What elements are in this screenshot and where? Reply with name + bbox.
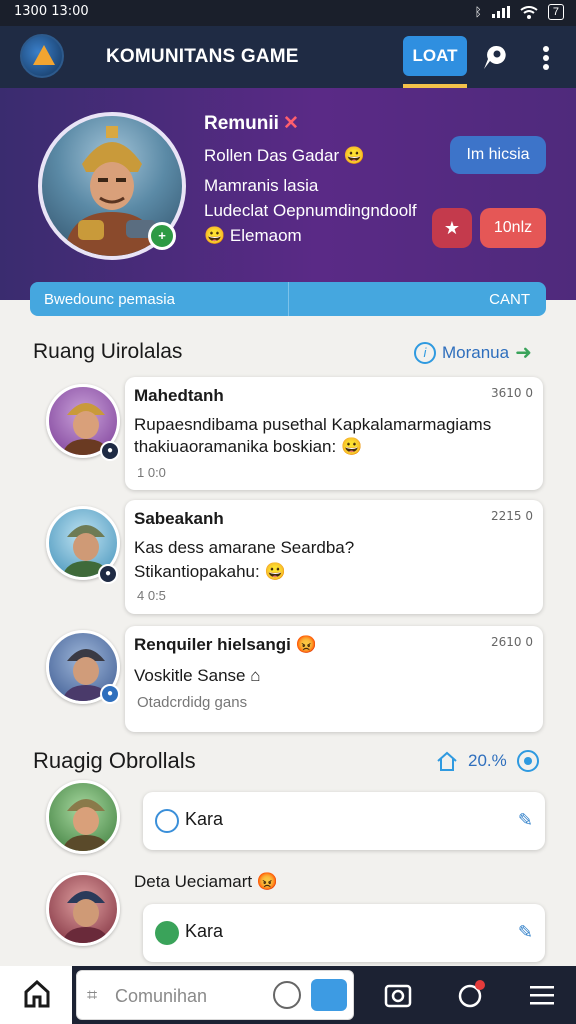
feather-icon[interactable]: ✎	[518, 922, 533, 943]
message-text-2-content: thakiuaoramanika boskian:	[134, 437, 337, 456]
message-sender: Renquiler hielsangi	[134, 635, 291, 654]
smile-emoji-icon: 😀	[264, 562, 286, 581]
message-time: 3610 0	[491, 386, 533, 400]
profile-line-1: Rollen Das Gadar 😀	[204, 146, 365, 166]
more-link-label[interactable]: Moranua	[442, 343, 509, 363]
app-title: KOMUNITANS GAME	[106, 46, 299, 67]
avatar[interactable]	[46, 872, 120, 946]
message-sender-row: Renquiler hielsangi 😡	[134, 635, 317, 655]
inbox-icon: ⌂	[250, 666, 261, 685]
composer-placeholder[interactable]: Comunihan	[115, 986, 207, 1007]
check-icon	[155, 921, 179, 945]
message-sender: Sabeakanh	[134, 509, 224, 528]
more-options-icon[interactable]	[536, 42, 556, 74]
message-sender: Mahedtanh	[134, 386, 224, 405]
message-text-2-content: Stikantiopakahu:	[134, 562, 260, 581]
angry-emoji-icon: 😡	[295, 635, 317, 654]
reply-item[interactable]: Kara ✎	[143, 792, 545, 850]
notification-dot	[475, 980, 485, 990]
pause-icon	[155, 809, 179, 833]
message-text: Voskitle Sanse ⌂	[134, 666, 261, 686]
list-item[interactable]: Sabeakanh 2215 0 Kas dess amarane Seardb…	[125, 500, 543, 614]
smile-emoji-icon: 😀	[340, 437, 363, 456]
profile-header: + Remunii ✕ Rollen Das Gadar 😀 Mamranis l…	[0, 88, 576, 300]
count-button[interactable]: 10nlz	[480, 208, 546, 248]
signal-icon	[491, 6, 510, 18]
message-composer[interactable]: ⌗ Comunihan	[76, 970, 354, 1020]
wifi-icon	[520, 5, 538, 19]
message-time: 2215 0	[491, 509, 533, 523]
bluetooth-icon: ᛒ	[474, 5, 482, 19]
profile-name: Remunii	[204, 113, 279, 134]
loat-button[interactable]: LOAT	[403, 36, 467, 76]
reply-label: Kara	[185, 921, 224, 941]
avatar-badge: ●	[98, 564, 118, 584]
status-bar: 1300 13:00 ᛒ 7	[0, 0, 576, 26]
send-button[interactable]	[311, 979, 347, 1011]
arrow-right-icon: ➜	[515, 342, 532, 364]
battery-icon: 7	[547, 4, 564, 20]
message-meta: 1 0:0	[137, 465, 166, 480]
reply-heading-text: Deta Ueciamart	[134, 872, 253, 891]
app-logo[interactable]	[20, 34, 64, 78]
avatar-badge: ●	[100, 684, 120, 704]
profile-line-4: 😀 Elemaom	[204, 226, 302, 246]
app-bar: KOMUNITANS GAME LOAT	[0, 26, 576, 88]
banner-right-label[interactable]: CANT	[489, 291, 530, 308]
smile-emoji-icon: 😀	[343, 146, 366, 165]
profile-line-2: Mamranis lasia	[204, 176, 319, 195]
online-status-badge: +	[148, 222, 176, 250]
reply-item[interactable]: Kara ✎	[143, 904, 545, 962]
star-button[interactable]: ★	[432, 208, 472, 248]
bottom-nav: ⌗ Comunihan	[0, 966, 576, 1024]
more-link[interactable]: i Moranua ➜	[414, 340, 532, 365]
chat-icon: ⌗	[87, 985, 98, 1005]
progress-percent: 20.%	[468, 751, 507, 770]
profile-line-1-text: Rollen Das Gadar	[204, 146, 340, 165]
message-text: Rupaesndibama pusethal Kapkalamarmagiams	[134, 415, 492, 434]
list-item[interactable]: Renquiler hielsangi 😡 2610 0 Voskitle Sa…	[125, 626, 543, 732]
message-text-2: Stikantiopakahu: 😀	[134, 562, 286, 582]
avatar-badge: ●	[100, 441, 120, 461]
info-icon: i	[414, 341, 436, 364]
home-icon	[24, 980, 50, 1008]
list-item[interactable]: Mahedtanh 3610 0 Rupaesndibama pusethal …	[125, 377, 543, 490]
menu-icon[interactable]	[526, 979, 558, 1011]
angry-emoji-icon: 😡	[256, 872, 279, 891]
message-text-2: thakiuaoramanika boskian: 😀	[134, 437, 362, 457]
message-time: 2610 0	[491, 635, 533, 649]
profile-line-4-text: Elemaom	[229, 226, 302, 245]
nav-home[interactable]	[0, 966, 72, 1024]
camera-icon[interactable]	[382, 979, 414, 1011]
avatar[interactable]	[46, 780, 120, 854]
info-banner[interactable]: Bwedounc pemasia CANT	[30, 282, 546, 316]
profile-name-row: Remunii ✕	[204, 112, 299, 135]
message-meta: 4 0:5	[137, 588, 166, 603]
target-icon	[516, 750, 539, 772]
close-mark-icon[interactable]: ✕	[283, 113, 299, 134]
location-pin-icon[interactable]	[478, 42, 510, 74]
profile-line-3: Ludeclat Oepnumdingndoolf	[204, 201, 417, 220]
banner-left-label[interactable]: Bwedounc pemasia	[44, 291, 175, 308]
progress-indicator[interactable]: 20.%	[436, 750, 539, 772]
reply-heading: Deta Ueciamart 😡	[134, 872, 278, 892]
banner-divider	[288, 282, 289, 316]
section-title-2: Ruagig Obrollals	[33, 748, 196, 773]
reply-label: Kara	[185, 809, 224, 829]
home-outline-icon	[437, 751, 457, 771]
status-time: 1300 13:00	[14, 4, 89, 19]
section-title-rooms: Ruang Uirolalas	[33, 340, 183, 363]
message-meta: Otadcrdidg gans	[137, 694, 248, 711]
message-text: Kas dess amarane Seardba?	[134, 538, 355, 557]
emoji-picker-icon[interactable]	[273, 981, 301, 1009]
smile-emoji-icon: 😀	[204, 226, 226, 245]
status-icons: ᛒ 7	[475, 4, 564, 20]
message-text-content: Voskitle Sanse	[134, 666, 246, 685]
profile-action-button[interactable]: Im hicsia	[450, 136, 546, 174]
feather-icon[interactable]: ✎	[518, 810, 533, 831]
